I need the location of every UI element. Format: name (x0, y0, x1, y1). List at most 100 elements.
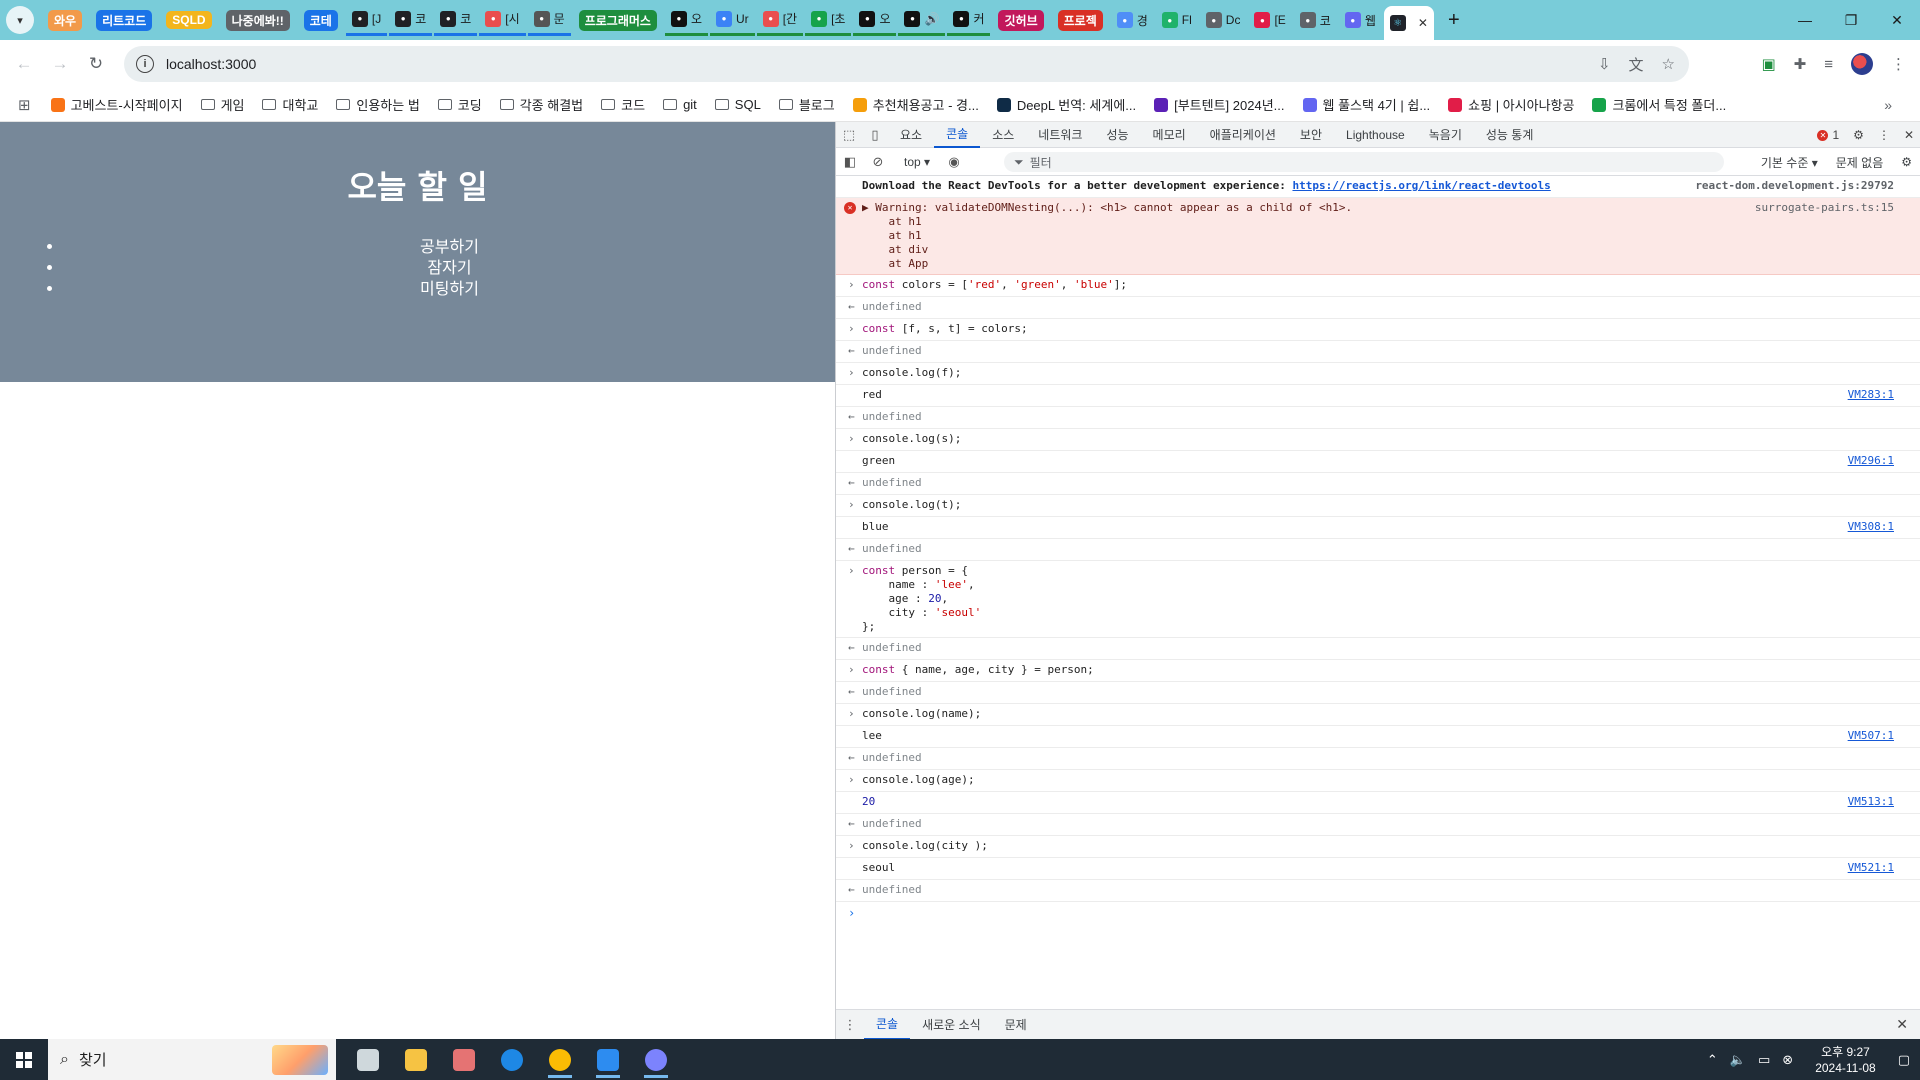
active-tab[interactable]: ⚛ ✕ (1383, 6, 1434, 40)
drawer-tab[interactable]: 콘솔 (864, 1010, 911, 1040)
source-link[interactable]: VM513:1 (1848, 795, 1894, 809)
paint-app-icon[interactable] (440, 1039, 488, 1080)
devtools-tab[interactable]: 보안 (1288, 122, 1334, 148)
bookmark-folder[interactable]: 인용하는 법 (336, 95, 420, 114)
source-link[interactable]: surrogate-pairs.ts:15 (1755, 201, 1894, 215)
restore-icon[interactable]: ❐ (1828, 0, 1874, 40)
browser-tab[interactable]: ● Dc (1200, 4, 1247, 36)
devtools-tab[interactable]: 네트워크 (1026, 122, 1094, 148)
bookmark-link[interactable]: 추천채용공고 - 경... (852, 95, 979, 114)
bookmark-link[interactable]: 크롬에서 특정 폴더... (1592, 95, 1726, 114)
bookmark-folder[interactable]: 대학교 (262, 95, 318, 114)
forward-icon[interactable]: → (42, 46, 78, 82)
tab-group-chip[interactable]: 프로그래머스 (573, 4, 663, 36)
console-settings-icon[interactable]: ⚙ (1901, 155, 1912, 169)
browser-tab[interactable]: ● Fl (1156, 4, 1198, 36)
notification-icon[interactable]: ▢ (1898, 1052, 1910, 1068)
devtools-tab[interactable]: 요소 (888, 122, 934, 148)
extension-green-icon[interactable]: ▣ (1761, 55, 1775, 73)
browser-tab[interactable]: ● 오 (853, 4, 897, 36)
discord-icon[interactable] (632, 1039, 680, 1080)
apps-grid-icon[interactable]: ⊞ (18, 96, 31, 114)
bookmark-folder[interactable]: 각종 해결법 (499, 95, 583, 114)
bookmark-link[interactable]: [부트텐트] 2024년... (1154, 95, 1285, 114)
browser-tab[interactable]: ● 경 (1111, 4, 1154, 36)
back-icon[interactable]: ← (6, 46, 42, 82)
source-link[interactable]: VM283:1 (1848, 388, 1894, 402)
devtools-close-icon[interactable]: ✕ (1904, 128, 1914, 142)
browser-tab[interactable]: ● [초 (805, 4, 852, 36)
sidebar-toggle-icon[interactable]: ◧ (836, 148, 864, 176)
browser-tab[interactable]: ● Ur (710, 4, 755, 36)
browser-tab[interactable]: ● [J (345, 4, 388, 36)
bookmarks-overflow-icon[interactable]: » (1884, 97, 1892, 113)
browser-tab[interactable]: ● 코 (389, 4, 433, 36)
task-view-icon[interactable] (344, 1039, 392, 1080)
source-link[interactable]: react-dom.development.js:29792 (1695, 179, 1894, 193)
browser-tab[interactable]: ● 문 (527, 4, 571, 36)
context-selector[interactable]: top ▾ (904, 155, 930, 169)
devtools-tab[interactable]: 녹음기 (1417, 122, 1474, 148)
file-explorer-icon[interactable] (392, 1039, 440, 1080)
browser-tab[interactable]: ● 🔊 (898, 4, 946, 36)
devtools-tab[interactable]: 애플리케이션 (1198, 122, 1288, 148)
live-expression-eye-icon[interactable]: ◉ (940, 148, 968, 176)
drawer-tab[interactable]: 새로운 소식 (910, 1010, 993, 1040)
bookmark-folder[interactable]: 블로그 (778, 95, 835, 114)
new-tab-button[interactable]: + (1448, 9, 1460, 32)
tab-group-chip[interactable]: 깃허브 (992, 4, 1049, 36)
tab-close-icon[interactable]: ✕ (1418, 16, 1428, 30)
devtools-tab[interactable]: 성능 (1094, 122, 1140, 148)
devtools-tab[interactable]: 메모리 (1141, 122, 1198, 148)
extensions-puzzle-icon[interactable]: ✚ (1794, 55, 1807, 73)
browser-tab[interactable]: ● [E (1248, 4, 1291, 36)
tab-search-dropdown-icon[interactable]: ▾ (6, 6, 34, 34)
edge-icon[interactable] (488, 1039, 536, 1080)
bookmark-link[interactable]: 웹 풀스택 4기 | 쉽... (1302, 95, 1430, 114)
devtools-tab[interactable]: Lighthouse (1334, 122, 1417, 148)
browser-tab[interactable]: ● 코 (1294, 4, 1337, 36)
devtools-tab[interactable]: 성능 통계 (1474, 122, 1546, 148)
console-filter-input[interactable]: ⏷ 필터 (1004, 152, 1724, 172)
browser-tab[interactable]: ● [시 (479, 4, 526, 36)
bookmark-link[interactable]: DeepL 번역: 세계에... (996, 95, 1136, 114)
devtools-settings-icon[interactable]: ⚙ (1853, 128, 1864, 142)
profile-avatar[interactable] (1851, 53, 1873, 75)
browser-tab[interactable]: ● [간 (756, 4, 804, 36)
start-button[interactable] (0, 1039, 48, 1080)
bookmark-folder[interactable]: 코딩 (437, 95, 482, 114)
reload-icon[interactable]: ↻ (78, 46, 114, 82)
browser-tab[interactable]: ● 오 (664, 4, 709, 36)
tab-group-chip[interactable]: 나중에봐!! (220, 4, 296, 36)
tab-group-chip[interactable]: 코테 (298, 4, 344, 36)
error-count-badge[interactable]: ✕ 1 (1817, 128, 1839, 142)
browser-tab[interactable]: ● 커 (947, 4, 991, 36)
tab-group-chip[interactable]: SQLD (160, 4, 217, 36)
close-window-icon[interactable]: ✕ (1874, 0, 1920, 40)
source-link[interactable]: VM296:1 (1848, 454, 1894, 468)
bookmark-folder[interactable]: git (663, 97, 697, 112)
tray-overflow-icon[interactable]: ⌃ (1707, 1052, 1718, 1068)
issues-status[interactable]: 문제 없음 (1836, 154, 1884, 171)
bookmark-folder[interactable]: 게임 (200, 95, 244, 114)
bookmark-star-icon[interactable]: ☆ (1662, 55, 1675, 73)
devtools-tab[interactable]: 콘솔 (934, 122, 981, 148)
device-toolbar-icon[interactable]: ▯ (862, 122, 888, 148)
source-link[interactable]: VM521:1 (1848, 861, 1894, 875)
chrome-menu-icon[interactable]: ⋮ (1891, 55, 1906, 73)
source-link[interactable]: VM507:1 (1848, 729, 1894, 743)
tab-group-chip[interactable]: 와우 (42, 4, 88, 36)
devtools-link[interactable]: https://reactjs.org/link/react-devtools (1292, 179, 1550, 192)
browser-tab[interactable]: ● 웹 (1339, 4, 1382, 36)
url-text[interactable]: localhost:3000 (166, 56, 256, 72)
bookmark-link[interactable]: 쇼핑 | 아시아나항공 (1448, 95, 1574, 114)
source-link[interactable]: VM308:1 (1848, 520, 1894, 534)
clear-console-icon[interactable]: ⊘ (864, 148, 892, 176)
drawer-close-icon[interactable]: ✕ (1896, 1016, 1908, 1033)
drawer-menu-icon[interactable]: ⋮ (836, 1017, 864, 1033)
log-level-dropdown[interactable]: 기본 수준 ▾ (1761, 154, 1818, 171)
bookmark-folder[interactable]: 코드 (601, 95, 645, 114)
media-control-icon[interactable]: ≡ (1824, 56, 1833, 73)
bookmark-folder[interactable]: SQL (714, 97, 761, 112)
translate-icon[interactable]: 文 (1629, 54, 1644, 75)
